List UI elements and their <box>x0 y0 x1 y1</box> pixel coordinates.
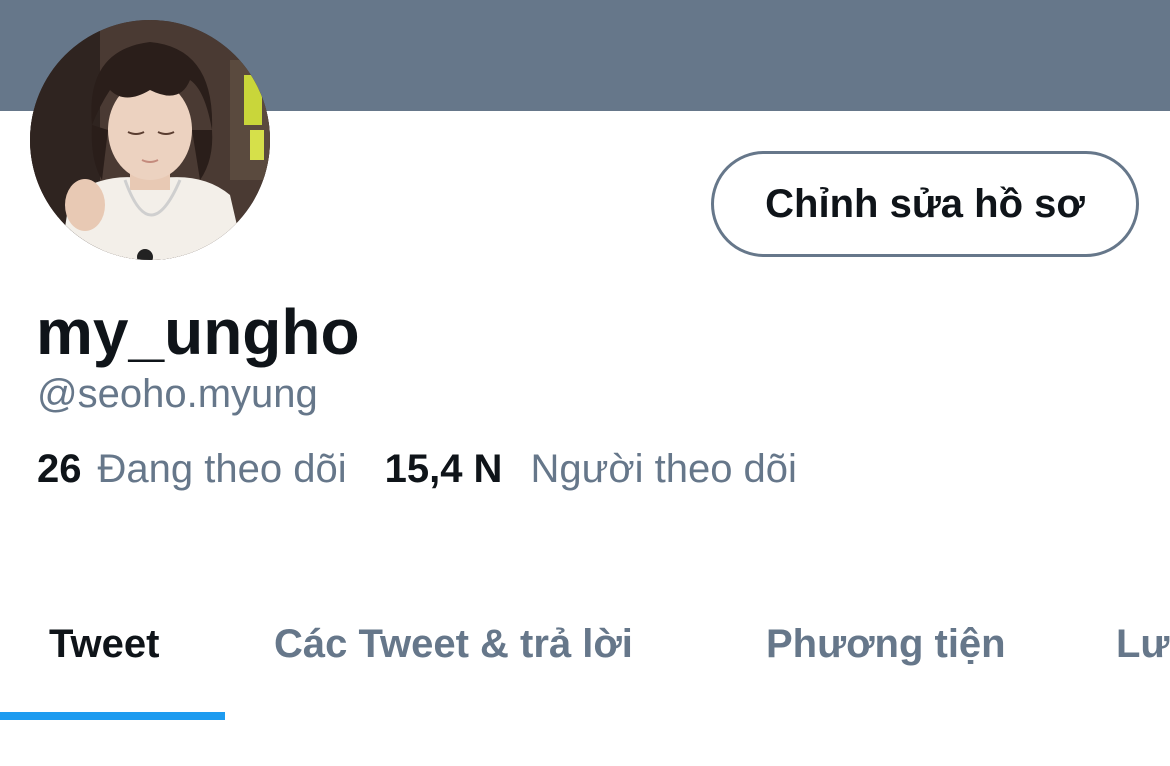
active-tab-indicator <box>0 712 225 720</box>
profile-tabs: Tweet Các Tweet & trả lời Phương tiện Lư <box>0 600 1170 722</box>
follow-stats: 26 Đang theo dõi 15,4 N Người theo dõi <box>37 445 797 493</box>
tab-likes[interactable]: Lư <box>1116 620 1169 668</box>
followers-link[interactable]: 15,4 N Người theo dõi <box>385 445 797 493</box>
tab-media[interactable]: Phương tiện <box>766 620 1006 668</box>
tab-tweets-and-replies[interactable]: Các Tweet & trả lời <box>274 620 633 668</box>
followers-count: 15,4 N <box>384 447 503 491</box>
display-name: my_ungho <box>36 296 360 368</box>
tab-tweets[interactable]: Tweet <box>49 620 159 668</box>
following-count: 26 <box>37 447 82 491</box>
following-link[interactable]: 26 Đang theo dõi <box>37 445 347 493</box>
profile-page: Chỉnh sửa hồ sơ my_ungho @seoho.myung 26… <box>0 0 1170 766</box>
following-label: Đang theo dõi <box>97 447 347 491</box>
avatar[interactable] <box>30 20 270 260</box>
followers-label: Người theo dõi <box>530 447 797 491</box>
user-handle: @seoho.myung <box>37 372 318 416</box>
edit-profile-button[interactable]: Chỉnh sửa hồ sơ <box>711 151 1139 257</box>
profile-photo-icon <box>30 20 270 260</box>
